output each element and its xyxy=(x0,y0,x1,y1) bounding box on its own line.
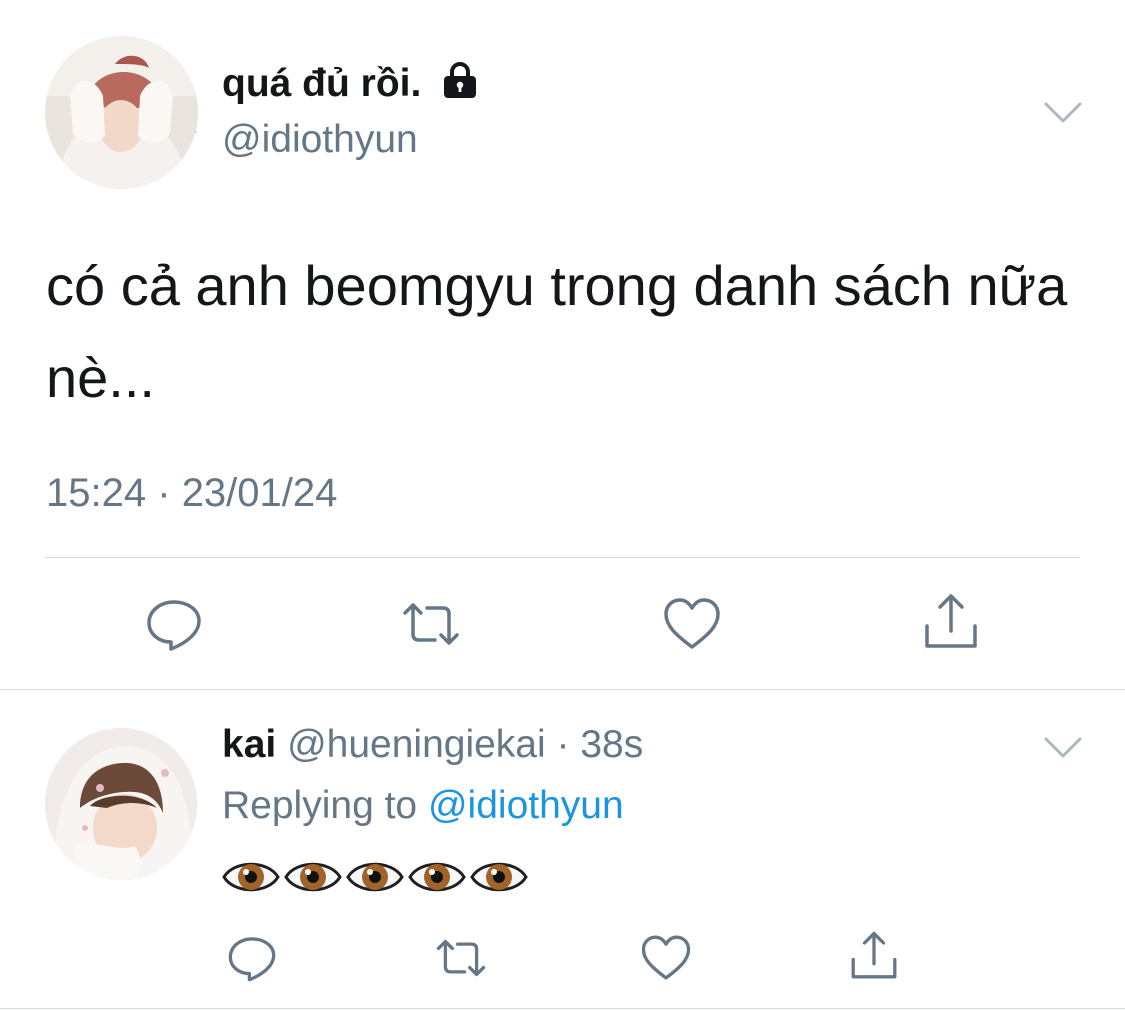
share-icon[interactable] xyxy=(848,930,900,982)
retweet-icon[interactable] xyxy=(401,594,461,654)
tweet-timestamp[interactable]: 15:24 · 23/01/24 xyxy=(46,471,337,516)
retweet-icon[interactable] xyxy=(435,932,487,984)
eye-emoji-icon xyxy=(408,848,466,906)
tweet-time: 15:24 xyxy=(46,471,147,515)
avatar-image xyxy=(45,36,198,189)
display-name[interactable]: quá đủ rồi. xyxy=(222,60,480,106)
like-icon[interactable] xyxy=(662,594,722,654)
lock-icon xyxy=(440,60,480,100)
share-icon[interactable] xyxy=(921,592,981,652)
eye-emoji-icon xyxy=(284,848,342,906)
divider xyxy=(0,1008,1125,1009)
tweet-text: có cả anh beomgyu trong danh sách nữa nè… xyxy=(46,254,1068,409)
chevron-down-icon[interactable] xyxy=(1043,735,1083,761)
avatar-image xyxy=(45,728,197,880)
reply-header: kai @hueningiekai · 38s xyxy=(222,723,643,767)
reply-handle[interactable]: @hueningiekai xyxy=(287,723,546,766)
chevron-down-icon[interactable] xyxy=(1043,100,1083,126)
reply-icon[interactable] xyxy=(226,932,278,984)
tweet-date: 23/01/24 xyxy=(181,471,338,515)
reply-avatar[interactable] xyxy=(45,728,197,880)
user-handle[interactable]: @idiothyun xyxy=(222,118,418,162)
reply-text xyxy=(222,848,528,906)
eye-emoji-icon xyxy=(470,848,528,906)
reply-icon[interactable] xyxy=(144,594,204,654)
replying-to-label: Replying to xyxy=(222,784,418,827)
profile-avatar[interactable] xyxy=(45,36,198,189)
divider xyxy=(45,557,1080,558)
meta-separator: · xyxy=(556,723,570,766)
reply-time[interactable]: 38s xyxy=(580,723,643,766)
like-icon[interactable] xyxy=(640,932,692,984)
divider xyxy=(0,689,1125,690)
display-name-text: quá đủ rồi. xyxy=(222,62,422,105)
eye-emoji-icon xyxy=(222,848,280,906)
reply-display-name[interactable]: kai xyxy=(222,723,276,766)
replying-to-handle[interactable]: @idiothyun xyxy=(428,784,624,827)
meta-separator: · xyxy=(157,471,171,515)
replying-to: Replying to @idiothyun xyxy=(222,784,624,828)
eye-emoji-icon xyxy=(346,848,404,906)
